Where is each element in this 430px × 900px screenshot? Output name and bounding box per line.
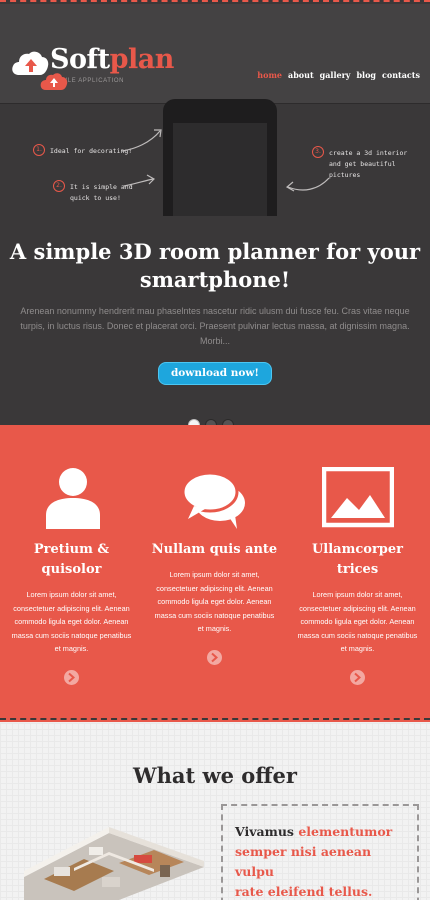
- hero-description: Arenean nonummy hendrerit mau phaselntes…: [20, 306, 410, 346]
- room-3d-plan-image: [24, 827, 204, 900]
- picture-icon: [322, 467, 394, 528]
- feature-3-text-line: massa cum sociis natoque penatibus: [297, 630, 418, 640]
- feature-1-text-line: et magnis.: [54, 644, 89, 653]
- offer-highlight-red: elementumor: [298, 824, 393, 839]
- nav-item-home[interactable]: home: [257, 70, 282, 80]
- offer-text-box: Vivamus elementumor semper nisi aenean v…: [221, 804, 419, 900]
- brand-name-part2: plan: [109, 44, 175, 75]
- offer-title: What we offer: [133, 763, 297, 788]
- callout-text-3: create a 3d interior and get beautiful p…: [329, 148, 407, 181]
- feature-1-text: Lorem ipsum dolor sit amet, consectetuer…: [8, 588, 135, 656]
- hero-title: A simple 3D room planner for your smartp…: [0, 238, 430, 294]
- callout-2-line-2: quick to use!: [70, 194, 121, 202]
- arrow-doodle-1-icon: [121, 129, 162, 152]
- nav-item-contacts[interactable]: contacts: [382, 70, 420, 80]
- feature-1-text-line: commodo ligula eget dolor. Aenean: [14, 617, 129, 626]
- arrow-right-icon: [354, 672, 362, 683]
- arrow-doodle-3-icon: [285, 177, 330, 192]
- feature-3-title-line-2: trices: [336, 562, 379, 577]
- feature-2-text: Lorem ipsum dolor sit amet, consectetuer…: [151, 568, 278, 636]
- features-section: Pretium & quisolor Lorem ipsum dolor sit…: [0, 425, 430, 722]
- arrow-doodle-2-icon: [123, 174, 155, 187]
- feature-3-text-line: commodo ligula eget dolor. Aenean: [300, 617, 415, 626]
- feature-card-3: Ullamcorper trices Lorem ipsum dolor sit…: [286, 425, 429, 722]
- feature-1-text-line: consectetuer adipiscing elit. Aenean: [13, 603, 130, 613]
- feature-3-text-line: Lorem ipsum dolor sit amet,: [312, 590, 403, 599]
- user-icon: [46, 468, 100, 529]
- feature-3-text: Lorem ipsum dolor sit amet, consectetuer…: [294, 588, 421, 656]
- feature-2-text-line: massa cum sociis natoque penatibus: [154, 610, 275, 620]
- main-nav: home about gallery blog contacts: [257, 70, 420, 80]
- nav-item-blog[interactable]: blog: [356, 70, 376, 80]
- feature-1-title-line-2: quisolor: [41, 562, 102, 577]
- callout-badge-1: 1.: [33, 144, 45, 156]
- feature-2-title-line-1: Nullam quis ante: [151, 542, 278, 557]
- feature-2-text-line: commodo ligula eget dolor. Aenean: [157, 597, 272, 606]
- feature-card-2: Nullam quis ante Lorem ipsum dolor sit a…: [143, 425, 286, 722]
- feature-card-1: Pretium & quisolor Lorem ipsum dolor sit…: [0, 425, 143, 722]
- feature-2-text-line: Lorem ipsum dolor sit amet,: [169, 570, 260, 579]
- offer-box-line-4: rate eleifend tellus.: [235, 884, 373, 899]
- phone-cloud-icon: [40, 73, 68, 90]
- callout-3-line-2: and get beautiful: [329, 160, 396, 168]
- arrow-right-icon: [68, 672, 76, 683]
- hero-title-line-1: A simple 3D room planner for your: [9, 239, 421, 264]
- feature-3-text-line: consectetuer adipiscing elit. Aenean: [299, 603, 416, 613]
- offer-box-line-2: semper nisi aenean: [235, 844, 372, 859]
- nav-item-gallery[interactable]: gallery: [320, 70, 351, 80]
- chat-bubbles-icon: [181, 471, 245, 529]
- feature-1-more-button[interactable]: [64, 670, 79, 685]
- hero-title-line-2: smartphone!: [139, 267, 291, 292]
- arrow-right-icon: [211, 652, 219, 663]
- offer-box-line-3: vulpu: [235, 864, 274, 879]
- feature-2-title: Nullam quis ante: [147, 540, 282, 560]
- callout-badge-3: 3.: [312, 146, 324, 158]
- download-button[interactable]: download now!: [158, 362, 272, 385]
- callout-badge-2: 2.: [53, 180, 65, 192]
- feature-1-text-line: massa cum sociis natoque penatibus: [11, 630, 132, 640]
- feature-3-title-line-1: Ullamcorper: [311, 542, 404, 557]
- phone-screen: [173, 123, 267, 216]
- feature-3-more-button[interactable]: [350, 670, 365, 685]
- phone-illustration: [163, 99, 277, 216]
- offer-highlight-dark: Vivamus: [235, 824, 294, 839]
- top-dashed-border: [0, 0, 430, 2]
- feature-1-title: Pretium & quisolor: [4, 540, 139, 580]
- feature-3-title: Ullamcorper trices: [290, 540, 425, 580]
- feature-2-text-line: et magnis.: [197, 624, 232, 633]
- feature-2-text-line: consectetuer adipiscing elit. Aenean: [156, 583, 273, 593]
- callout-3-line-1: create a 3d interior: [329, 149, 408, 157]
- feature-1-text-line: Lorem ipsum dolor sit amet,: [26, 590, 117, 599]
- feature-1-title-line-1: Pretium &: [33, 542, 110, 557]
- feature-3-text-line: et magnis.: [340, 644, 375, 653]
- feature-2-more-button[interactable]: [207, 650, 222, 665]
- hero-section: Softplan MOBILE APPLICATION home about g…: [0, 0, 430, 425]
- features-dashed-border: [0, 718, 430, 720]
- offer-box-line-1: Vivamus elementumor: [235, 822, 392, 841]
- callout-3-line-3: pictures: [329, 171, 361, 179]
- nav-item-about[interactable]: about: [288, 70, 314, 80]
